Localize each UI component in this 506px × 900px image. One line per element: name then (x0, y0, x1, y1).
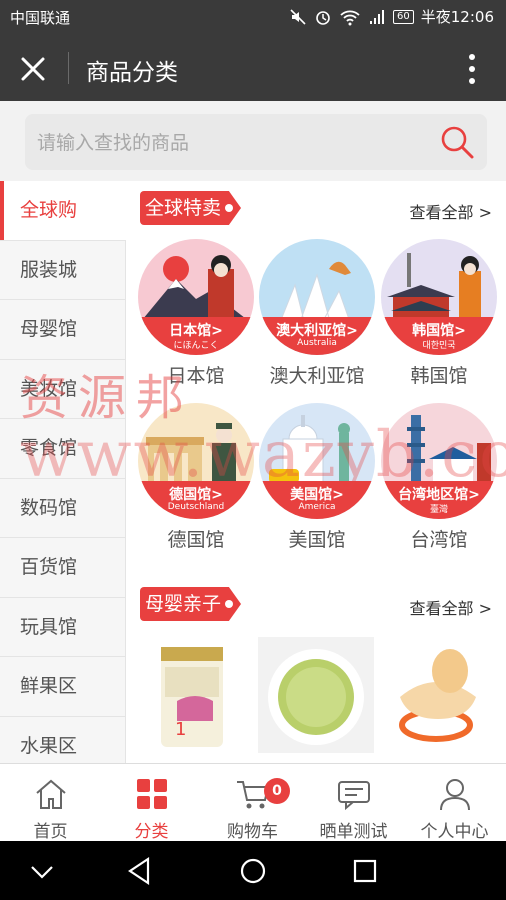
more-vert-icon[interactable] (468, 53, 476, 85)
tab-home[interactable]: 首页 (0, 764, 101, 842)
mute-icon (290, 8, 306, 25)
tab-cart[interactable]: 购物车 (202, 764, 303, 842)
tab-category[interactable]: 分类 (101, 764, 202, 842)
user-icon (440, 779, 470, 811)
germany-illustration: 德国馆> Deutschland (138, 403, 254, 519)
pavilion-name: 美国馆 (288, 529, 346, 551)
sidebar-item-snacks[interactable]: 零食馆 (0, 419, 126, 479)
svg-text:1: 1 (175, 719, 186, 740)
tab-share-test[interactable]: 晒单测试 (303, 764, 404, 842)
view-all-link[interactable]: 查看全部 > (410, 199, 493, 223)
usa-illustration: 美国馆> America (259, 403, 375, 519)
chat-icon (338, 781, 370, 811)
section-tag: 母婴亲子 (140, 587, 242, 621)
category-content: 全球特卖 查看全部 > 日本馆> にほんこく 日本馆 澳大利亚馆> Austra… (126, 181, 506, 763)
search-input[interactable] (35, 124, 429, 162)
product-pacifier[interactable] (380, 637, 496, 753)
sidebar-item-digital[interactable]: 数码馆 (0, 478, 126, 538)
alarm-icon (316, 10, 330, 25)
sidebar-item-fruit[interactable]: 水果区 (0, 716, 126, 763)
australia-illustration: 澳大利亚馆> Australia (259, 239, 375, 355)
pavilion-australia[interactable]: 澳大利亚馆> Australia 澳大利亚馆 (258, 239, 376, 388)
pavilion-usa[interactable]: 美国馆> America 美国馆 (258, 403, 376, 552)
home-circle-icon[interactable] (237, 855, 269, 887)
pavilion-korea[interactable]: 韩国馆> 대한민국 韩国馆 (380, 239, 498, 388)
sidebar-item-general[interactable]: 百货馆 (0, 538, 126, 598)
back-icon[interactable] (124, 855, 156, 887)
status-icons: 60 半夜12:06 (289, 6, 494, 27)
pavilion-name: 德国馆 (167, 529, 225, 551)
category-sidebar: 全球购 服装城 母婴馆 美妆馆 零食馆 数码馆 百货馆 玩具馆 鲜果区 水果区 (0, 181, 126, 763)
korea-illustration: 韩国馆> 대한민국 (381, 239, 497, 355)
category-grid-icon (137, 779, 167, 809)
japan-illustration: 日本馆> にほんこく (138, 239, 254, 355)
sidebar-item-global[interactable]: 全球购 (0, 181, 126, 241)
section-header-baby: 母婴亲子 查看全部 > (140, 587, 496, 623)
taiwan-illustration: 台湾地区馆> 臺灣 (381, 403, 497, 519)
view-all-link[interactable]: 查看全部 > (410, 595, 493, 619)
sidebar-item-beauty[interactable]: 美妆馆 (0, 359, 126, 419)
pavilion-name: 日本馆 (167, 365, 225, 387)
sidebar-item-baby[interactable]: 母婴馆 (0, 300, 126, 360)
section-tag: 全球特卖 (140, 191, 242, 225)
cart-count-badge: 0 (264, 778, 290, 804)
tab-profile[interactable]: 个人中心 (404, 764, 505, 842)
search-icon[interactable] (439, 124, 475, 160)
search-box (25, 114, 487, 170)
section-header-global: 全球特卖 查看全部 > (140, 191, 496, 227)
status-bar: 中国联通 60 半夜12:06 (0, 0, 506, 34)
system-nav-bar (0, 841, 506, 900)
bottom-tab-bar: 首页 分类 购物车 0 晒单测试 个人中心 (0, 763, 506, 842)
wifi-icon (340, 10, 360, 25)
carrier-label: 中国联通 (10, 9, 71, 27)
pavilion-name: 韩国馆 (410, 365, 468, 387)
signal-icon (370, 9, 385, 24)
search-area (0, 101, 506, 181)
page-title: 商品分类 (86, 60, 178, 86)
pavilion-japan[interactable]: 日本馆> にほんこく 日本馆 (137, 239, 255, 388)
close-icon[interactable] (18, 54, 48, 84)
home-icon (36, 779, 66, 809)
recents-icon[interactable] (349, 855, 381, 887)
appbar-divider (68, 52, 69, 84)
battery-icon: 60 (393, 9, 414, 24)
pavilion-taiwan[interactable]: 台湾地区馆> 臺灣 台湾馆 (380, 403, 498, 552)
pavilion-germany[interactable]: 德国馆> Deutschland 德国馆 (137, 403, 255, 552)
hide-keyboard-icon[interactable] (26, 855, 58, 887)
sidebar-item-clothing[interactable]: 服装城 (0, 240, 126, 300)
product-porridge-bowl[interactable] (258, 637, 374, 753)
pavilion-name: 澳大利亚馆 (269, 365, 365, 387)
pavilion-name: 台湾馆 (410, 529, 468, 551)
status-time: 半夜12:06 (420, 8, 494, 26)
sidebar-item-fresh-fruit[interactable]: 鲜果区 (0, 657, 126, 717)
app-bar: 商品分类 (0, 34, 506, 101)
product-formula-can[interactable]: 1 (137, 637, 253, 753)
sidebar-item-toys[interactable]: 玩具馆 (0, 597, 126, 657)
